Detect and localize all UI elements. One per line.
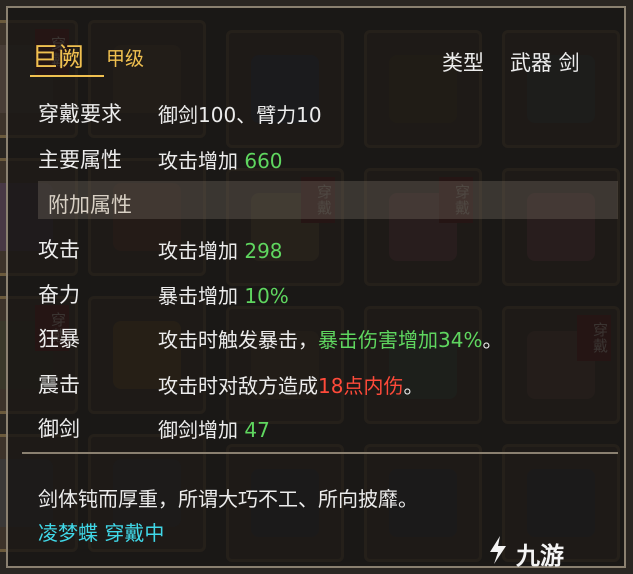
attack-prefix: 攻击增加	[158, 239, 245, 263]
item-name: 巨阙	[32, 43, 85, 73]
item-type-label: 类型	[442, 51, 484, 75]
berserk-text: 攻击时触发暴击，暴击伤害增加34%。	[158, 324, 502, 353]
shock-label: 震击	[38, 373, 80, 397]
shock-prefix: 攻击时对敌方造成	[158, 374, 318, 398]
main-attr-label: 主要属性	[38, 148, 122, 172]
main-attr-text: 攻击增加 660	[158, 145, 283, 174]
fervor-label: 奋力	[38, 283, 80, 307]
shock-highlight: 18点内伤	[318, 374, 404, 398]
berserk-suffix: 。	[482, 328, 503, 352]
fervor-value: 10%	[244, 284, 289, 308]
item-grade: 甲级	[106, 48, 145, 70]
item-name-underline	[30, 75, 104, 77]
watermark-logo-icon	[490, 536, 506, 564]
berserk-label: 狂暴	[38, 327, 80, 351]
shock-suffix: 。	[403, 374, 424, 398]
sword-control-value: 47	[244, 418, 270, 442]
fervor-text: 暴击增加 10%	[158, 280, 289, 309]
attack-value: 298	[244, 239, 283, 263]
shock-text: 攻击时对敌方造成18点内伤。	[158, 370, 423, 399]
requirement-label: 穿戴要求	[38, 102, 122, 126]
item-description: 剑体钝而厚重，所谓大巧不工、所向披靡。	[38, 487, 418, 511]
game-screen: 穿戴 穿戴 穿戴 穿戴 穿戴 巨阙 甲级 类型 武器 剑 穿戴要求 御剑100、…	[0, 0, 633, 574]
attack-text: 攻击增加 298	[158, 235, 283, 264]
section-header: 附加属性	[48, 193, 132, 217]
owner-status: 凌梦蝶 穿戴中	[38, 521, 165, 545]
item-type-value: 武器 剑	[510, 51, 580, 75]
requirement-text: 御剑100、臂力10	[158, 103, 322, 127]
attack-label: 攻击	[38, 238, 80, 262]
main-attr-value: 660	[244, 149, 283, 173]
divider	[22, 452, 618, 454]
sword-control-prefix: 御剑增加	[158, 418, 245, 442]
sword-control-text: 御剑增加 47	[158, 414, 270, 443]
watermark-text: 九游	[516, 542, 564, 570]
fervor-prefix: 暴击增加	[158, 284, 245, 308]
sword-control-label: 御剑	[38, 417, 80, 441]
berserk-prefix: 攻击时触发暴击，	[158, 328, 318, 352]
main-attr-prefix: 攻击增加	[158, 149, 245, 173]
berserk-highlight: 暴击伤害增加34%	[318, 328, 483, 352]
